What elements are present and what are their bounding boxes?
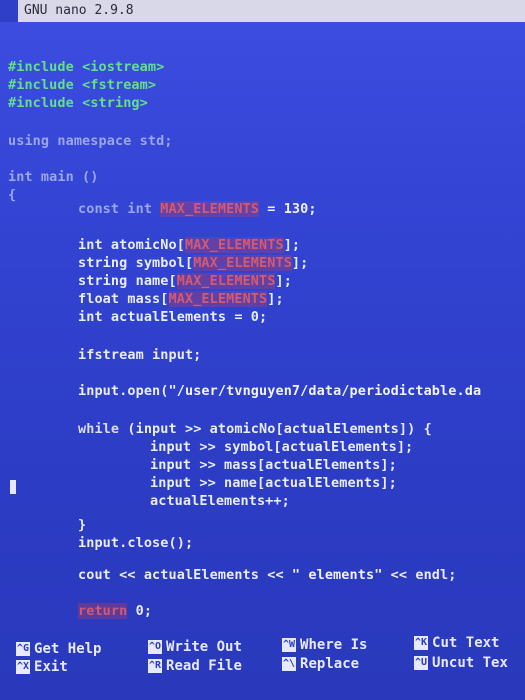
code-line-10: string name[MAX_ELEMENTS]; (78, 273, 292, 289)
code-line-21: input.close(); (78, 535, 194, 551)
shortcut-label: Read File (166, 658, 242, 674)
editor-area[interactable]: #include <iostream> #include <fstream> #… (8, 58, 523, 619)
shortcut-key: ^U (414, 656, 429, 670)
code-line-20: } (78, 517, 87, 533)
text-cursor (10, 480, 16, 494)
code-line-23: return 0; (78, 603, 153, 619)
code-line-11: float mass[MAX_ELEMENTS]; (78, 291, 284, 307)
shortcut-label: Get Help (34, 641, 102, 657)
shortcut-replace[interactable]: ^\ Replace (282, 655, 359, 673)
code-line-7: const int MAX_ELEMENTS = 130; (78, 201, 317, 217)
code-line-22: cout << actualElements << " elements" <<… (78, 567, 457, 583)
code-line-6: { (8, 187, 17, 203)
shortcut-key: ^W (282, 638, 297, 652)
shortcut-label: Replace (300, 656, 360, 672)
shortcut-get-help[interactable]: ^G Get Help (16, 640, 101, 658)
shortcut-label: Cut Text (432, 635, 500, 651)
shortcut-key: ^R (148, 659, 163, 673)
app-title: GNU nano 2.9.8 (24, 3, 134, 18)
shortcut-cut-text[interactable]: ^K Cut Text (414, 634, 499, 652)
shortcut-where-is[interactable]: ^W Where Is (282, 636, 367, 654)
code-line-12: int actualElements = 0; (78, 309, 268, 325)
code-line-3: #include <string> (8, 95, 148, 111)
title-bar-left-strip (0, 0, 18, 22)
shortcut-write-out[interactable]: ^O Write Out (148, 638, 242, 656)
code-line-2: #include <fstream> (8, 77, 157, 93)
title-bar: GNU nano 2.9.8 (18, 0, 525, 22)
code-line-14: input.open("/user/tvnguyen7/data/periodi… (78, 383, 482, 399)
shortcut-label: Uncut Tex (432, 655, 508, 671)
code-line-4: using namespace std; (8, 133, 173, 149)
shortcut-key: ^X (16, 660, 31, 674)
shortcut-label: Write Out (166, 639, 242, 655)
shortcut-key: ^K (414, 636, 429, 650)
shortcut-label: Where Is (300, 637, 368, 653)
shortcut-key: ^\ (282, 657, 297, 671)
terminal-screen: GNU nano 2.9.8 #include <iostream> #incl… (0, 0, 525, 700)
shortcut-label: Exit (34, 659, 68, 675)
shortcut-exit[interactable]: ^X Exit (16, 658, 68, 676)
code-line-19: actualElements++; (150, 493, 290, 509)
shortcut-read-file[interactable]: ^R Read File (148, 657, 242, 675)
code-line-15: while (input >> atomicNo[actualElements]… (78, 421, 432, 437)
shortcut-key: ^G (16, 642, 31, 656)
code-line-18: input >> name[actualElements]; (150, 475, 397, 491)
code-line-9: string symbol[MAX_ELEMENTS]; (78, 255, 309, 271)
code-line-5: int main () (8, 169, 99, 185)
code-line-8: int atomicNo[MAX_ELEMENTS]; (78, 237, 301, 253)
code-line-16: input >> symbol[actualElements]; (150, 439, 414, 455)
shortcut-uncut-text[interactable]: ^U Uncut Tex (414, 654, 508, 672)
code-line-17: input >> mass[actualElements]; (150, 457, 397, 473)
code-line-13: ifstream input; (78, 347, 202, 363)
shortcut-key: ^O (148, 640, 163, 654)
shortcut-bar: ^G Get Help ^O Write Out ^W Where Is ^K Cut … (0, 628, 525, 700)
code-line-1: #include <iostream> (8, 59, 165, 75)
